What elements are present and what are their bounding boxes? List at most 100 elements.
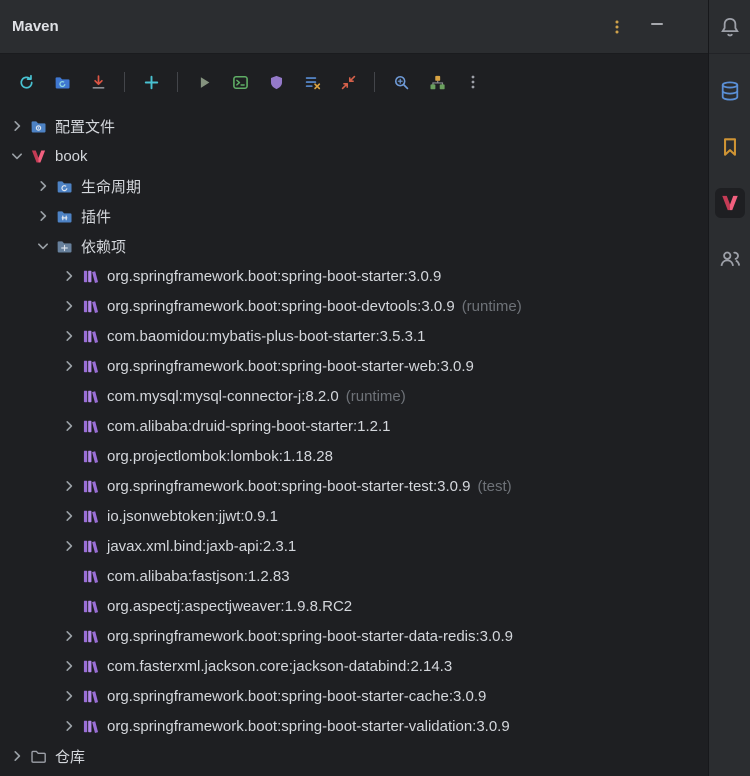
database-tool-button[interactable] bbox=[715, 76, 745, 106]
tree-item-label: 插件 bbox=[81, 208, 112, 226]
tree-row[interactable]: 配置文件 bbox=[0, 111, 708, 141]
tree-row[interactable]: com.alibaba:druid-spring-boot-starter:1.… bbox=[0, 411, 708, 441]
hide-tool-window-button[interactable] bbox=[644, 14, 670, 40]
tree-row[interactable]: com.mysql:mysql-connector-j:8.2.0 (runtim… bbox=[0, 381, 708, 411]
library-icon bbox=[80, 418, 100, 435]
tree-row[interactable]: org.springframework.boot:spring-boot-sta… bbox=[0, 681, 708, 711]
chevron-down-icon[interactable] bbox=[6, 148, 28, 164]
tree-row[interactable]: com.fasterxml.jackson.core:jackson-datab… bbox=[0, 651, 708, 681]
kebab-menu-icon bbox=[615, 20, 619, 33]
chevron-right-icon[interactable] bbox=[6, 748, 28, 764]
chevron-right-icon[interactable] bbox=[58, 478, 80, 494]
maven-tool-window: Maven 配置文件 book 生命周期 插件 依赖项 org.springfr… bbox=[0, 0, 750, 776]
tree-row[interactable]: 仓库 bbox=[0, 741, 708, 771]
chevron-down-icon[interactable] bbox=[32, 238, 54, 254]
library-icon bbox=[80, 538, 100, 555]
tool-window-title: Maven bbox=[12, 18, 59, 35]
collapse-all-button[interactable] bbox=[333, 67, 363, 97]
maven-project-icon bbox=[28, 148, 48, 165]
titlebar-actions bbox=[604, 14, 670, 40]
download-icon bbox=[92, 74, 104, 89]
tree-item-label: org.projectlombok:lombok:1.18.28 bbox=[107, 447, 333, 465]
show-dependencies-button[interactable] bbox=[422, 67, 452, 97]
tree-row[interactable]: javax.xml.bind:jaxb-api:2.3.1 bbox=[0, 531, 708, 561]
run-maven-build-button[interactable] bbox=[189, 67, 219, 97]
tree-item-label: org.aspectj:aspectjweaver:1.9.8.RC2 bbox=[107, 597, 353, 615]
search-dependencies-button[interactable] bbox=[386, 67, 416, 97]
chevron-right-icon[interactable] bbox=[58, 418, 80, 434]
chevron-right-icon[interactable] bbox=[58, 688, 80, 704]
tree-row[interactable]: org.aspectj:aspectjweaver:1.9.8.RC2 bbox=[0, 591, 708, 621]
chevron-right-icon[interactable] bbox=[58, 268, 80, 284]
sources-folder-icon bbox=[55, 76, 70, 88]
execute-maven-goal-button[interactable] bbox=[225, 67, 255, 97]
maven-toolbar bbox=[0, 54, 708, 110]
skip-tests-button[interactable] bbox=[261, 67, 291, 97]
tree-item-label: 生命周期 bbox=[81, 178, 142, 196]
toggle-offline-mode-button[interactable] bbox=[297, 67, 327, 97]
toolbar-separator bbox=[177, 72, 178, 92]
tree-item-label: org.springframework.boot:spring-boot-sta… bbox=[107, 357, 474, 375]
play-icon bbox=[200, 76, 209, 88]
folder-dependencies-icon bbox=[54, 238, 74, 255]
chevron-placeholder bbox=[58, 448, 80, 464]
library-icon bbox=[80, 448, 100, 465]
library-icon bbox=[80, 388, 100, 405]
chevron-right-icon[interactable] bbox=[58, 328, 80, 344]
chevron-right-icon[interactable] bbox=[58, 538, 80, 554]
tree-row[interactable]: org.springframework.boot:spring-boot-sta… bbox=[0, 261, 708, 291]
maven-icon bbox=[721, 195, 738, 211]
tree-item-label: com.fasterxml.jackson.core:jackson-datab… bbox=[107, 657, 453, 675]
chevron-right-icon[interactable] bbox=[32, 208, 54, 224]
tree-item-label: org.springframework.boot:spring-boot-dev… bbox=[107, 297, 455, 315]
chevron-right-icon[interactable] bbox=[58, 508, 80, 524]
chevron-right-icon[interactable] bbox=[58, 718, 80, 734]
maven-tree: 配置文件 book 生命周期 插件 依赖项 org.springframework.boo… bbox=[0, 110, 708, 776]
tree-row[interactable]: 依赖项 bbox=[0, 231, 708, 261]
tree-item-label: io.jsonwebtoken:jjwt:0.9.1 bbox=[107, 507, 278, 525]
tree-row[interactable]: org.springframework.boot:spring-boot-dev… bbox=[0, 291, 708, 321]
download-sources-button[interactable] bbox=[83, 67, 113, 97]
tree-row[interactable]: book bbox=[0, 141, 708, 171]
bookmarks-tool-button[interactable] bbox=[715, 132, 745, 162]
tree-row[interactable]: org.springframework.boot:spring-boot-sta… bbox=[0, 621, 708, 651]
generate-sources-button[interactable] bbox=[47, 67, 77, 97]
maven-tool-button[interactable] bbox=[714, 188, 745, 218]
tree-row[interactable]: org.springframework.boot:spring-boot-sta… bbox=[0, 711, 708, 741]
tree-item-label: 仓库 bbox=[55, 748, 86, 766]
chevron-right-icon[interactable] bbox=[58, 658, 80, 674]
tree-row[interactable]: com.alibaba:fastjson:1.2.83 bbox=[0, 561, 708, 591]
collapse-icon bbox=[341, 75, 355, 89]
chevron-right-icon[interactable] bbox=[58, 298, 80, 314]
stripe-top bbox=[709, 0, 750, 54]
reload-maven-projects-button[interactable] bbox=[11, 67, 41, 97]
chevron-right-icon[interactable] bbox=[58, 628, 80, 644]
dependency-scope: (test) bbox=[477, 477, 512, 495]
kebab-menu-icon bbox=[471, 75, 475, 89]
collaboration-tool-button[interactable] bbox=[715, 244, 745, 274]
chevron-placeholder bbox=[58, 568, 80, 584]
chevron-right-icon[interactable] bbox=[32, 178, 54, 194]
tree-row[interactable]: io.jsonwebtoken:jjwt:0.9.1 bbox=[0, 501, 708, 531]
tree-item-label: com.baomidou:mybatis-plus-boot-starter:3… bbox=[107, 327, 426, 345]
more-options-button[interactable] bbox=[604, 14, 630, 40]
bookmark-icon bbox=[723, 138, 736, 156]
chevron-right-icon[interactable] bbox=[6, 118, 28, 134]
tree-row[interactable]: 插件 bbox=[0, 201, 708, 231]
more-actions-button[interactable] bbox=[458, 67, 488, 97]
tree-item-label: 配置文件 bbox=[55, 118, 116, 136]
add-maven-project-button[interactable] bbox=[136, 67, 166, 97]
minimize-icon bbox=[651, 22, 663, 25]
tree-item-label: org.springframework.boot:spring-boot-sta… bbox=[107, 477, 471, 495]
chevron-right-icon[interactable] bbox=[58, 358, 80, 374]
library-icon bbox=[80, 568, 100, 585]
stripe-icons bbox=[714, 54, 745, 274]
tree-row[interactable]: org.projectlombok:lombok:1.18.28 bbox=[0, 441, 708, 471]
terminal-icon bbox=[232, 75, 248, 89]
tree-row[interactable]: org.springframework.boot:spring-boot-sta… bbox=[0, 351, 708, 381]
notifications-button[interactable] bbox=[715, 12, 745, 42]
tree-row[interactable]: com.baomidou:mybatis-plus-boot-starter:3… bbox=[0, 321, 708, 351]
tree-row[interactable]: org.springframework.boot:spring-boot-sta… bbox=[0, 471, 708, 501]
tree-row[interactable]: 生命周期 bbox=[0, 171, 708, 201]
tree-item-label: org.springframework.boot:spring-boot-sta… bbox=[107, 627, 514, 645]
